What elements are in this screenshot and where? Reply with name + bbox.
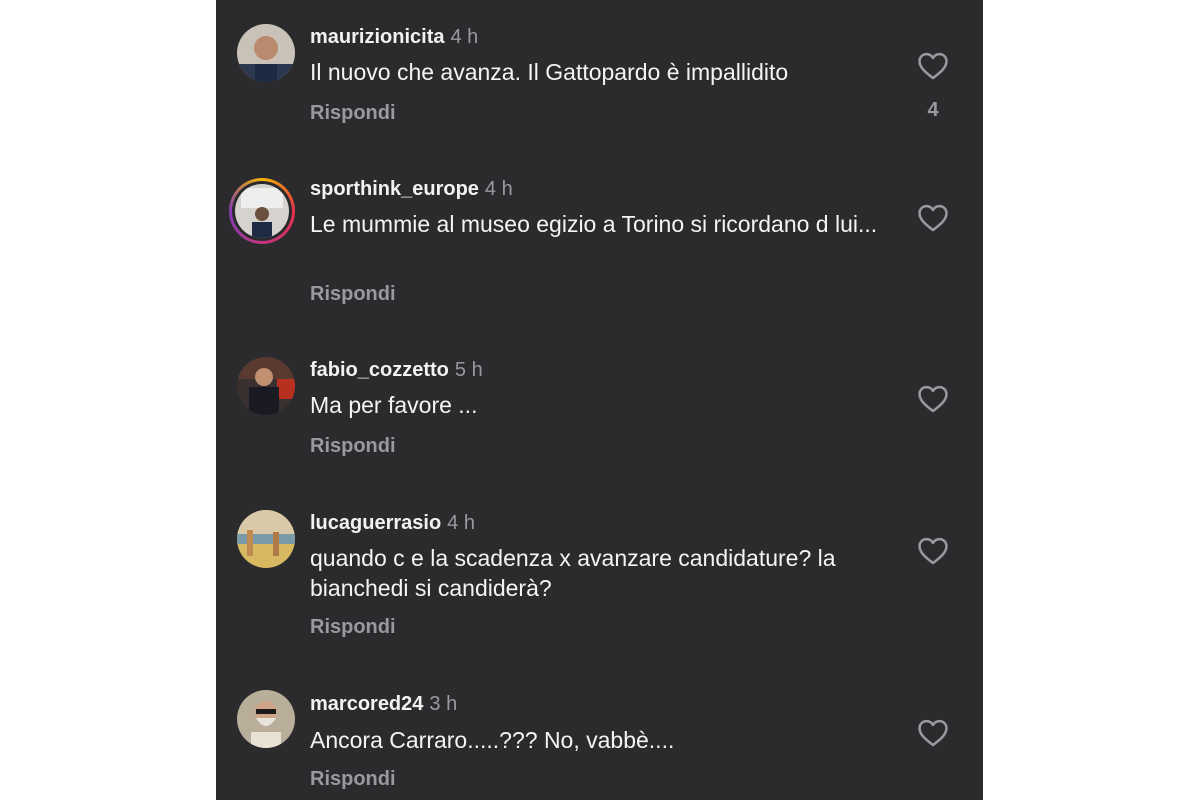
avatar[interactable] xyxy=(237,690,295,748)
timestamp: 5 h xyxy=(454,359,483,381)
username[interactable]: lucaguerrasio xyxy=(310,512,441,534)
comment-text: Ancora Carraro.....??? No, vabbè.... xyxy=(310,727,675,753)
heart-icon xyxy=(918,204,948,232)
username[interactable]: maurizionicita xyxy=(310,26,444,48)
comment-header: lucaguerrasio 4 h xyxy=(310,511,475,535)
avatar-photo xyxy=(237,510,295,568)
comment-header: fabio_cozzetto 5 h xyxy=(310,358,483,382)
reply-button[interactable]: Rispondi xyxy=(310,615,396,639)
username[interactable]: fabio_cozzetto xyxy=(310,359,449,381)
avatar-photo xyxy=(237,357,295,415)
like-button[interactable] xyxy=(916,201,950,235)
reply-button[interactable]: Rispondi xyxy=(310,101,396,125)
avatar-photo xyxy=(237,24,295,82)
reply-button[interactable]: Rispondi xyxy=(310,434,396,458)
comments-panel: maurizionicita 4 h Il nuovo che avanza. I… xyxy=(216,0,983,800)
avatar-photo xyxy=(235,184,289,238)
avatar[interactable] xyxy=(237,24,295,82)
timestamp: 3 h xyxy=(429,693,458,715)
avatar[interactable] xyxy=(237,510,295,568)
like-count: 4 xyxy=(927,99,939,121)
avatar-photo xyxy=(237,690,295,748)
comment-text: Ma per favore ... xyxy=(310,392,478,418)
reply-button[interactable]: Rispondi xyxy=(310,282,396,306)
heart-icon xyxy=(918,52,948,80)
avatar-story-ring[interactable] xyxy=(229,178,295,244)
comment-header: maurizionicita 4 h xyxy=(310,25,478,49)
username[interactable]: sporthink_europe xyxy=(310,178,479,200)
comment-header: sporthink_europe 4 h xyxy=(310,177,513,201)
like-button[interactable] xyxy=(916,382,950,416)
heart-icon xyxy=(918,719,948,747)
timestamp: 4 h xyxy=(450,26,479,48)
timestamp: 4 h xyxy=(484,178,513,200)
comment-text: Il nuovo che avanza. Il Gattopardo è imp… xyxy=(310,59,789,85)
heart-icon xyxy=(918,385,948,413)
like-button[interactable] xyxy=(916,716,950,750)
like-button[interactable] xyxy=(916,534,950,568)
comment-text: quando c e la scadenza x avanzare candid… xyxy=(310,545,836,601)
avatar[interactable] xyxy=(237,357,295,415)
timestamp: 4 h xyxy=(447,512,475,534)
username[interactable]: marcored24 xyxy=(310,693,423,715)
like-button[interactable] xyxy=(916,49,950,83)
comment-text: Le mummie al museo egizio a Torino si ri… xyxy=(310,211,878,237)
reply-button[interactable]: Rispondi xyxy=(310,767,396,791)
comment-header: marcored24 3 h xyxy=(310,692,457,716)
heart-icon xyxy=(918,537,948,565)
